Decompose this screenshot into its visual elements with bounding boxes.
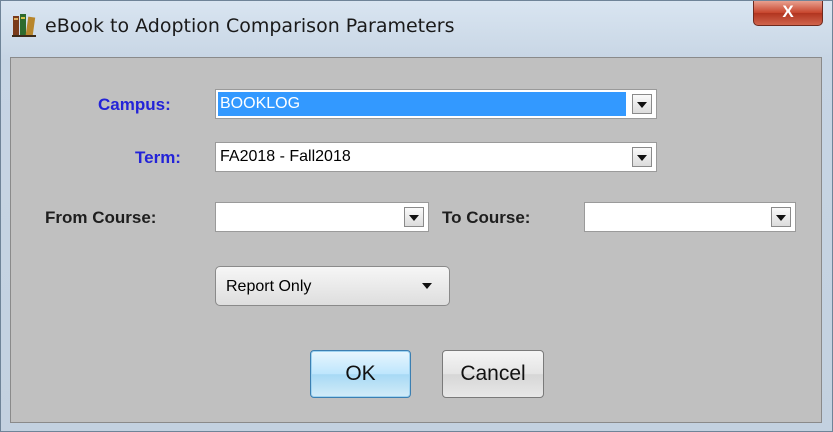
- from-course-select[interactable]: [215, 202, 429, 232]
- parameters-panel: Campus: BOOKLOG Term: FA2018 - Fall2018 …: [10, 57, 822, 423]
- dialog-window: eBook to Adoption Comparison Parameters …: [0, 0, 833, 432]
- to-course-label: To Course:: [442, 208, 531, 227]
- cancel-button[interactable]: Cancel: [442, 350, 544, 398]
- report-mode-value: Report Only: [226, 278, 312, 295]
- close-icon: X: [782, 2, 794, 21]
- chevron-down-icon: [637, 102, 647, 108]
- close-button[interactable]: X: [753, 1, 823, 26]
- campus-label: Campus:: [98, 95, 171, 114]
- books-icon: [11, 12, 37, 38]
- to-course-dropdown-button[interactable]: [771, 207, 791, 227]
- to-course-select[interactable]: [584, 202, 796, 232]
- campus-select[interactable]: BOOKLOG: [215, 89, 657, 119]
- term-label: Term:: [135, 148, 181, 167]
- from-course-label: From Course:: [45, 208, 157, 227]
- term-value: FA2018 - Fall2018: [220, 148, 351, 165]
- chevron-down-icon: [409, 215, 419, 221]
- chevron-down-icon: [637, 155, 647, 161]
- report-mode-select[interactable]: Report Only: [215, 266, 450, 306]
- chevron-down-icon: [776, 215, 786, 221]
- title-bar[interactable]: eBook to Adoption Comparison Parameters …: [1, 1, 832, 51]
- window-title: eBook to Adoption Comparison Parameters: [45, 15, 455, 37]
- campus-value: BOOKLOG: [220, 95, 301, 112]
- campus-dropdown-button[interactable]: [632, 94, 652, 114]
- term-dropdown-button[interactable]: [632, 147, 652, 167]
- ok-button[interactable]: OK: [310, 350, 411, 398]
- from-course-dropdown-button[interactable]: [404, 207, 424, 227]
- chevron-down-icon: [422, 283, 432, 289]
- term-select[interactable]: FA2018 - Fall2018: [215, 142, 657, 172]
